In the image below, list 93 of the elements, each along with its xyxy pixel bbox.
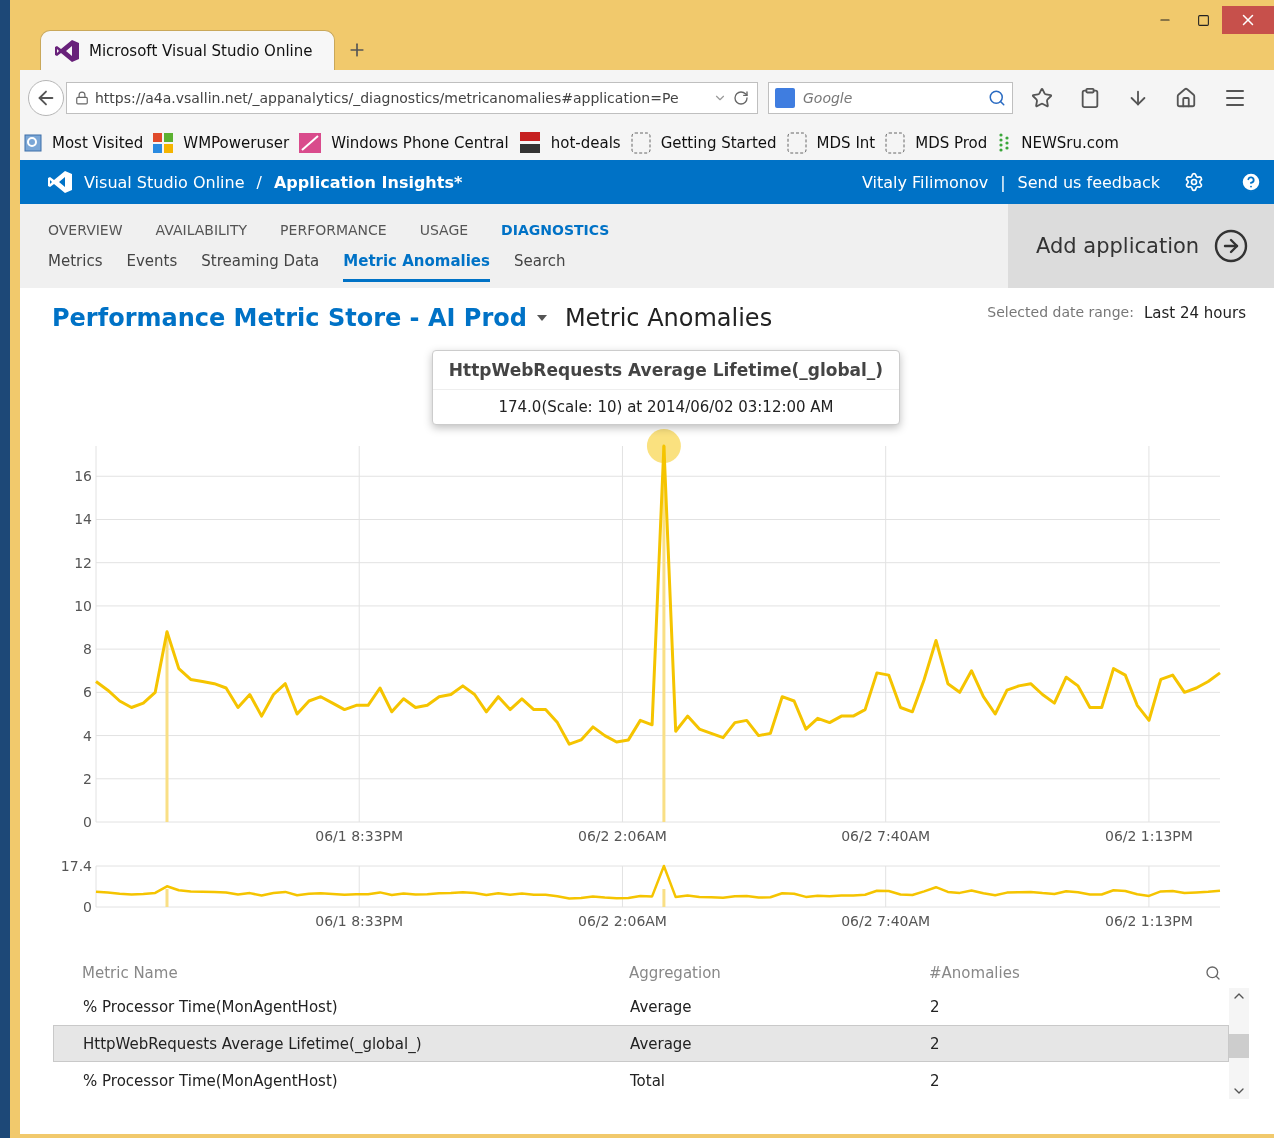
help-icon[interactable] bbox=[1240, 171, 1262, 193]
caret-icon[interactable] bbox=[536, 315, 547, 321]
user-link[interactable]: Vitaly Filimonov bbox=[861, 172, 989, 192]
table-row[interactable]: % Processor Time(MonAgentHost) Average 2 bbox=[53, 988, 1229, 1025]
sub-tab[interactable]: Streaming Data bbox=[201, 248, 320, 282]
x-tick-label: 06/2 7:40AM bbox=[841, 913, 931, 928]
page-icon bbox=[885, 131, 906, 154]
table-cell-text: HttpWebRequests Average Lifetime(_global_) bbox=[82, 1034, 423, 1053]
section-tab[interactable]: USAGE bbox=[419, 218, 469, 242]
x-tick-label: 06/1 8:33PM bbox=[315, 913, 404, 928]
section-tab[interactable]: OVERVIEW bbox=[48, 218, 123, 242]
bookmark-link[interactable]: Most Visited bbox=[52, 133, 144, 152]
maximize-icon bbox=[1196, 13, 1210, 27]
reload-icon[interactable] bbox=[733, 89, 749, 106]
x-tick-label: 06/2 1:13PM bbox=[1105, 913, 1193, 928]
column-header[interactable]: #Anomalies bbox=[929, 964, 1205, 982]
search-engine-icon[interactable] bbox=[775, 87, 795, 108]
browser-tab[interactable]: Microsoft Visual Studio Online bbox=[40, 30, 335, 70]
address-field[interactable]: https://a4a.vsallin.net/_appanalytics/_diagnostics/metricanomalies#application=Pe bbox=[66, 81, 758, 114]
back-button[interactable] bbox=[28, 79, 64, 116]
table-cell-text: Total bbox=[630, 1071, 667, 1090]
scroll-thumb[interactable] bbox=[1229, 1034, 1249, 1058]
page-icon bbox=[786, 131, 807, 154]
table-row[interactable]: HttpWebRequests Average Lifetime(_global_) Average 2 bbox=[53, 1025, 1229, 1062]
tooltip-text: 174.0(Scale: 10) at 2014/06/02 03:12:00 AM bbox=[497, 397, 835, 418]
bookmark-link[interactable]: Getting Started bbox=[660, 133, 777, 152]
date-range-label: Selected date range: bbox=[987, 304, 1134, 320]
bookmark-icon bbox=[299, 132, 322, 153]
bookmark-link[interactable]: WMPoweruser bbox=[183, 133, 290, 152]
y-tick-label: 8 bbox=[83, 641, 92, 658]
bookmark-link[interactable]: MDS Int bbox=[816, 133, 876, 152]
scrollbar[interactable] bbox=[1229, 988, 1249, 1099]
logo-icon bbox=[48, 171, 72, 193]
highlight-dot bbox=[646, 429, 681, 463]
x-tick-label: 06/1 8:33PM bbox=[315, 828, 404, 844]
sub-tab[interactable]: Metric Anomalies bbox=[343, 248, 490, 282]
y-tick-label: 16 bbox=[74, 468, 92, 485]
x-tick-label: 06/2 2:06AM bbox=[577, 828, 667, 844]
product-link[interactable]: Visual Studio Online bbox=[84, 172, 245, 192]
section-tab[interactable]: AVAILABILITY bbox=[155, 218, 248, 242]
header-divider: | bbox=[1000, 172, 1006, 192]
tiles-icon bbox=[153, 132, 174, 153]
section-tab[interactable]: PERFORMANCE bbox=[280, 218, 387, 242]
sub-tab[interactable]: Events bbox=[126, 248, 178, 282]
sub-tab[interactable]: Metrics bbox=[48, 248, 103, 282]
table-cell-text: Average bbox=[630, 1034, 693, 1053]
hot-deals-icon bbox=[518, 130, 541, 155]
bookmark-link[interactable]: hot-deals bbox=[550, 133, 621, 152]
y-tick-label: 6 bbox=[83, 684, 92, 701]
anomaly-marker bbox=[662, 889, 666, 907]
app-link[interactable]: Application Insights* bbox=[273, 172, 463, 192]
feedback-link[interactable]: Send us feedback bbox=[1017, 172, 1160, 192]
y-tick-label: 2 bbox=[83, 770, 92, 787]
search-icon[interactable] bbox=[1205, 965, 1221, 981]
x-tick-label: 06/2 2:06AM bbox=[577, 913, 667, 928]
y-tick-label: 14 bbox=[74, 511, 92, 528]
table-cell-text: % Processor Time(MonAgentHost) bbox=[82, 997, 339, 1016]
anomaly-marker bbox=[165, 889, 169, 907]
column-header[interactable]: Metric Name bbox=[53, 964, 629, 982]
table-cell-text: Average bbox=[630, 997, 693, 1016]
lock-icon bbox=[75, 90, 89, 105]
section-tab[interactable]: DIAGNOSTICS bbox=[501, 218, 610, 242]
x-tick-label: 06/2 1:13PM bbox=[1105, 828, 1193, 844]
y-tick-label: 4 bbox=[83, 727, 92, 744]
column-header[interactable]: Aggregation bbox=[629, 964, 929, 982]
table-cell-text: 2 bbox=[930, 997, 941, 1016]
breadcrumb-separator: / bbox=[256, 172, 262, 192]
settings-icon[interactable] bbox=[1184, 172, 1204, 192]
table-cell-text: 2 bbox=[930, 1034, 941, 1053]
table-cell-text: 2 bbox=[930, 1071, 941, 1090]
bookmark-link[interactable]: MDS Prod bbox=[915, 133, 988, 152]
y-tick-label: 17.4 bbox=[60, 858, 92, 874]
arrow-right-icon bbox=[1213, 228, 1250, 264]
y-tick-label: 12 bbox=[74, 554, 92, 571]
y-tick-label: 10 bbox=[74, 597, 92, 614]
y-tick-label: 0 bbox=[83, 814, 92, 830]
y-tick-label: 0 bbox=[83, 899, 92, 915]
date-range-value: Last 24 hours bbox=[1143, 304, 1246, 322]
table-row[interactable]: % Processor Time(MonAgentHost) Total 2 bbox=[53, 1062, 1229, 1099]
tooltip-title: HttpWebRequests Average Lifetime(_global_) bbox=[433, 351, 899, 390]
resource-picker[interactable]: Performance Metric Store - AI Prod bbox=[52, 304, 527, 332]
sub-tab[interactable]: Search bbox=[513, 248, 566, 282]
bookmark-icon bbox=[24, 133, 42, 152]
add-application-button[interactable]: Add application bbox=[1008, 204, 1274, 288]
bookmark-link[interactable]: NEWSru.com bbox=[1021, 133, 1119, 152]
page-title: Metric Anomalies bbox=[564, 304, 773, 332]
bookmark-link[interactable]: Windows Phone Central bbox=[331, 133, 509, 152]
search-field[interactable]: Google bbox=[768, 81, 1013, 114]
page-icon bbox=[630, 131, 651, 154]
search-icon[interactable] bbox=[988, 88, 1006, 107]
table-cell-text: % Processor Time(MonAgentHost) bbox=[82, 1071, 339, 1090]
logo-icon bbox=[55, 39, 79, 62]
x-tick-label: 06/2 7:40AM bbox=[841, 828, 931, 844]
